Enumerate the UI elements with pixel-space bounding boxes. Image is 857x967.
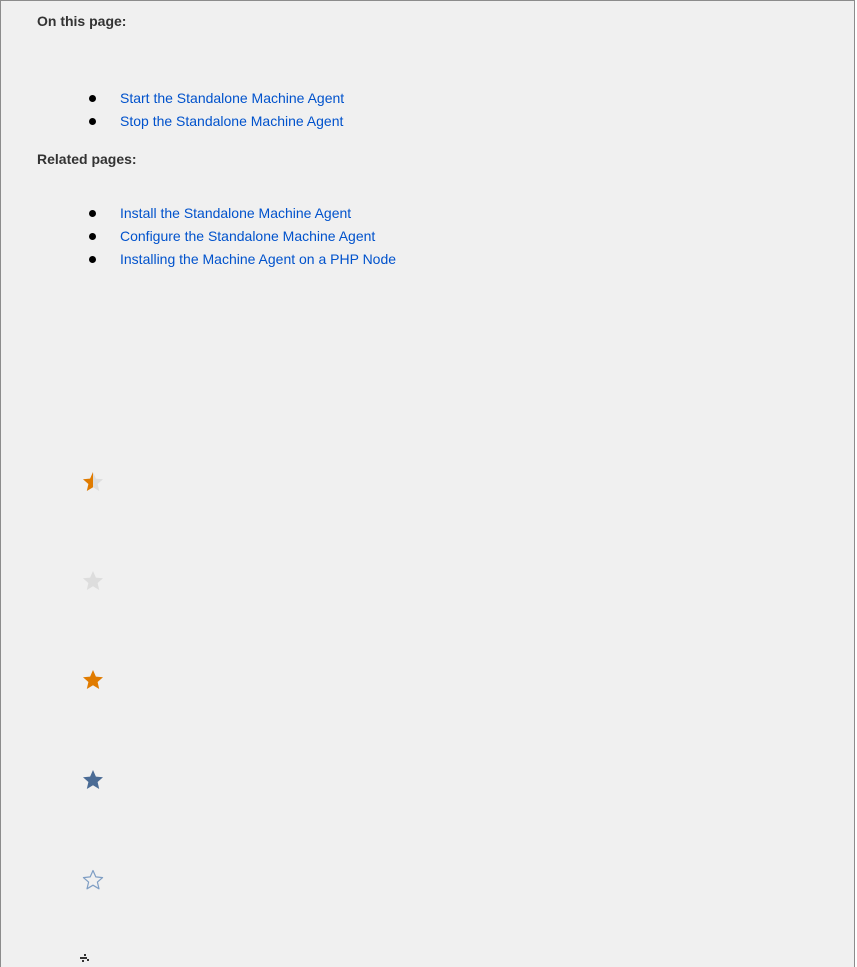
- related-pages-heading: Related pages:: [37, 151, 137, 167]
- link-php-node[interactable]: Installing the Machine Agent on a PHP No…: [120, 248, 396, 271]
- link-install-agent[interactable]: Install the Standalone Machine Agent: [120, 202, 351, 225]
- link-configure-agent[interactable]: Configure the Standalone Machine Agent: [120, 225, 375, 248]
- small-sparkle-icon: [80, 954, 89, 962]
- link-stop-agent[interactable]: Stop the Standalone Machine Agent: [120, 110, 343, 133]
- star-outline-icon: [82, 869, 104, 890]
- content-panel: On this page: Start the Standalone Machi…: [0, 0, 855, 967]
- on-this-page-heading: On this page:: [37, 13, 127, 29]
- star-blue-icon: [83, 770, 103, 789]
- star-half-orange-icon: [83, 472, 103, 491]
- star-orange-icon: [83, 670, 103, 689]
- star-grey-icon: [83, 571, 103, 590]
- link-start-agent[interactable]: Start the Standalone Machine Agent: [120, 87, 344, 110]
